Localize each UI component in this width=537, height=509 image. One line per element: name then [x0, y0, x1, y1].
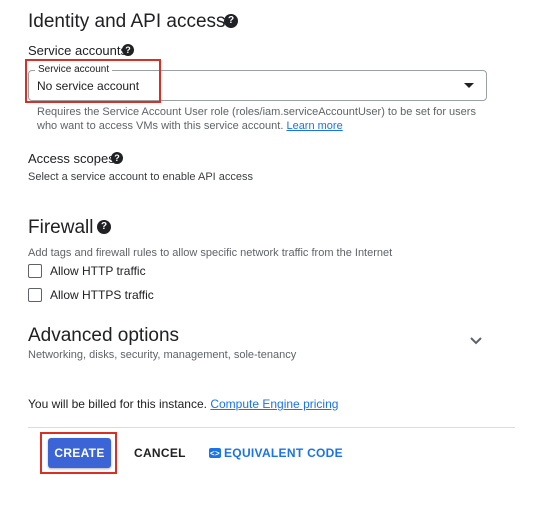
highlight-box-create — [40, 432, 117, 474]
divider — [28, 427, 515, 428]
compute-engine-pricing-link[interactable]: Compute Engine pricing — [210, 397, 338, 411]
chevron-down-icon[interactable] — [469, 336, 483, 346]
advanced-options-panel[interactable]: Advanced options Networking, disks, secu… — [28, 322, 498, 364]
code-icon: <> — [209, 448, 221, 458]
billing-notice: You will be billed for this instance. Co… — [28, 397, 339, 411]
firewall-description: Add tags and firewall rules to allow spe… — [28, 247, 393, 259]
access-scopes-label: Access scopes — [28, 151, 115, 166]
allow-http-label: Allow HTTP traffic — [50, 264, 146, 278]
access-scopes-text: Select a service account to enable API a… — [28, 171, 254, 183]
equivalent-code-button[interactable]: <> EQUIVALENT CODE — [209, 446, 343, 460]
equivalent-code-label: EQUIVALENT CODE — [224, 446, 343, 460]
service-account-help-text: Requires the Service Account User role (… — [37, 106, 476, 132]
advanced-options-title: Advanced options — [28, 325, 180, 346]
dropdown-arrow-icon[interactable] — [464, 83, 474, 88]
allow-https-checkbox-row[interactable]: Allow HTTPS traffic — [28, 288, 154, 302]
allow-https-label: Allow HTTPS traffic — [50, 288, 154, 302]
identity-section-title: Identity and API access — [28, 11, 226, 32]
allow-https-checkbox[interactable] — [28, 288, 42, 302]
cancel-button[interactable]: CANCEL — [134, 446, 186, 460]
learn-more-link[interactable]: Learn more — [286, 120, 342, 132]
firewall-section-title: Firewall — [28, 217, 94, 238]
help-icon[interactable]: ? — [122, 44, 134, 56]
help-icon[interactable]: ? — [97, 220, 111, 234]
advanced-options-subtitle: Networking, disks, security, management,… — [28, 349, 297, 361]
allow-http-checkbox[interactable] — [28, 264, 42, 278]
allow-http-checkbox-row[interactable]: Allow HTTP traffic — [28, 264, 146, 278]
help-icon[interactable]: ? — [111, 152, 123, 164]
service-accounts-label: Service accounts — [28, 43, 127, 58]
help-icon[interactable]: ? — [224, 14, 238, 28]
highlight-box-service-account — [25, 59, 161, 103]
